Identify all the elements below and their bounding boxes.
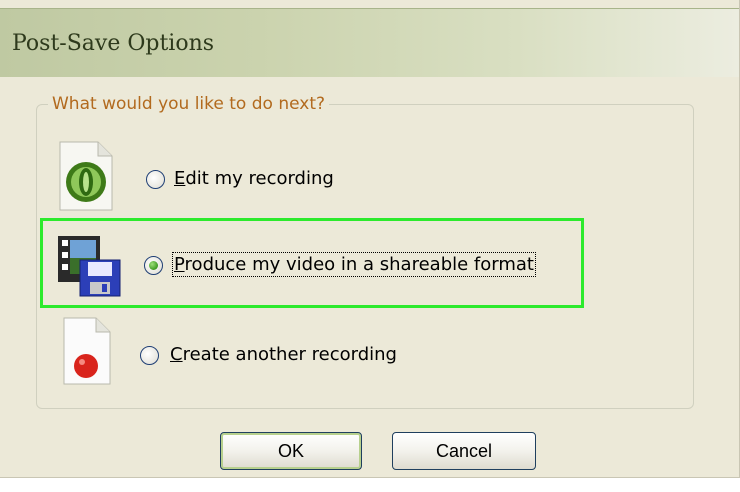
title-bar[interactable]: Post-Save Options [0, 8, 739, 77]
radio-selected-dot [149, 261, 158, 270]
edit-recording-radio[interactable] [146, 170, 165, 189]
camtasia-edit-icon [59, 141, 113, 211]
record-document-icon [63, 317, 111, 385]
produce-video-radio[interactable] [144, 256, 163, 275]
dialog-title: Post-Save Options [12, 31, 215, 56]
create-recording-radio[interactable] [140, 346, 159, 365]
post-save-options-dialog: Post-Save Options What would you like to… [0, 0, 740, 478]
option-produce-video[interactable]: Produce my video in a shareable format [40, 222, 584, 310]
cancel-button[interactable]: Cancel [392, 432, 536, 470]
option-create-recording[interactable]: Create another recording [40, 310, 584, 398]
groupbox-label: What would you like to do next? [48, 94, 330, 114]
produce-video-label[interactable]: Produce my video in a shareable format [172, 252, 536, 277]
film-floppy-icon [58, 236, 121, 297]
edit-recording-label[interactable]: Edit my recording [174, 168, 334, 189]
ok-button[interactable]: OK [220, 432, 362, 470]
create-recording-label[interactable]: Create another recording [170, 344, 397, 365]
option-edit-recording[interactable]: Edit my recording [40, 134, 584, 222]
